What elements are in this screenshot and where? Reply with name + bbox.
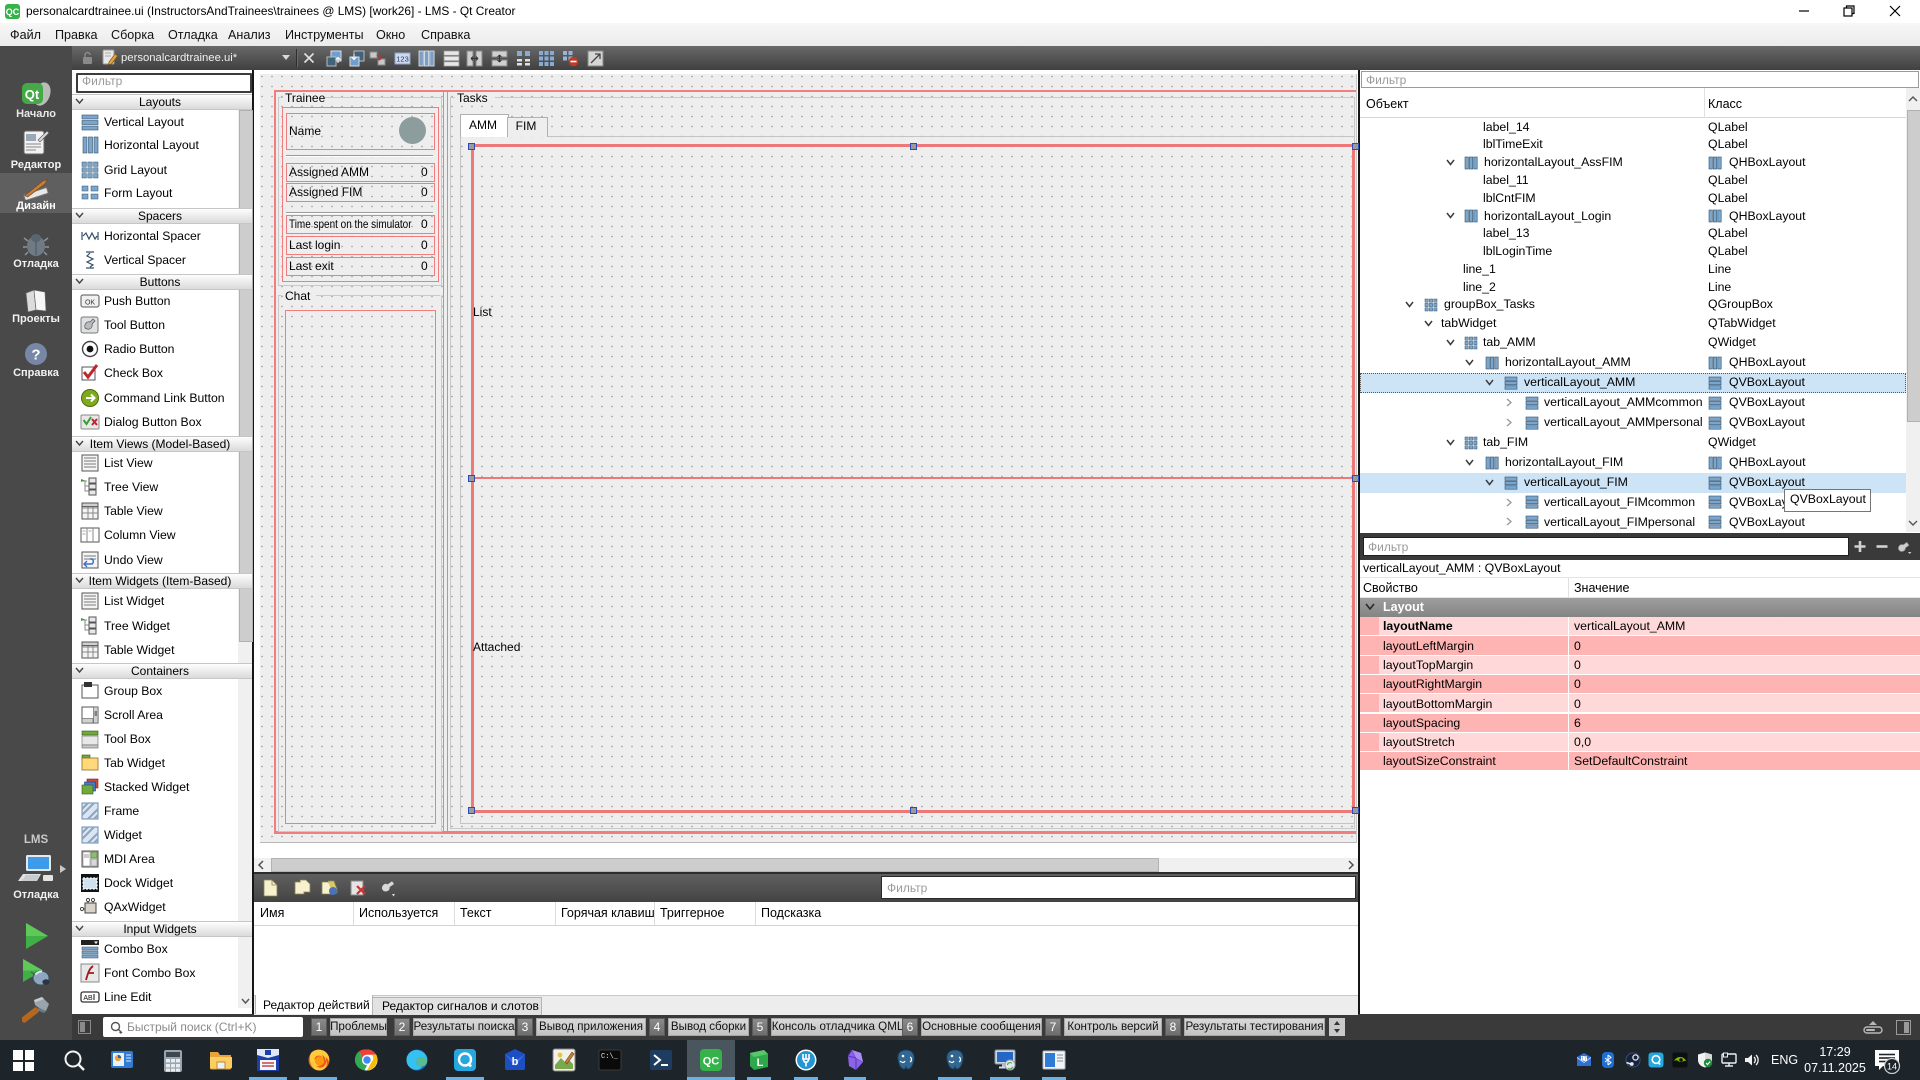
svg-text:123: 123 xyxy=(396,55,409,64)
svg-text:QC: QC xyxy=(703,1056,720,1068)
svg-text:L: L xyxy=(757,1057,764,1069)
svg-text:14: 14 xyxy=(1887,1062,1897,1072)
svg-text:AB: AB xyxy=(83,995,93,1002)
svg-text:Qt: Qt xyxy=(25,87,40,102)
svg-text:b: b xyxy=(512,1056,519,1068)
svg-text:?: ? xyxy=(31,347,40,364)
svg-text:17: 17 xyxy=(1581,1057,1587,1063)
svg-text:OK: OK xyxy=(85,300,95,307)
svg-text:C:\_: C:\_ xyxy=(601,1053,619,1061)
svg-text:QC: QC xyxy=(6,7,20,17)
